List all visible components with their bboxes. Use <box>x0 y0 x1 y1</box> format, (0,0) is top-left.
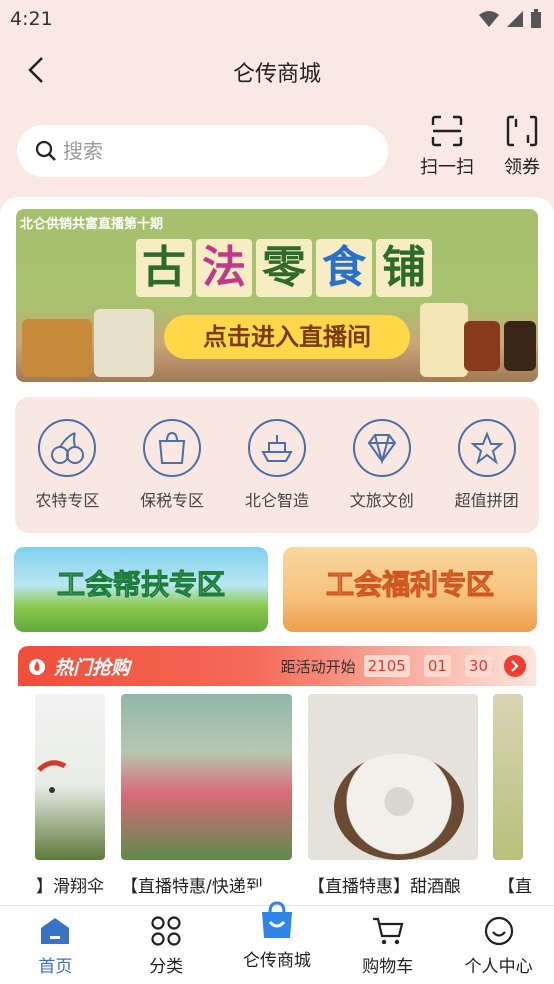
hot-sale-more-button[interactable] <box>504 655 526 677</box>
search-input[interactable] <box>63 139 343 163</box>
scan-button[interactable]: 扫一扫 <box>412 115 482 179</box>
category-icon-frame <box>352 419 411 477</box>
rice-wine-bowl <box>334 754 464 860</box>
hot-sale-title: 热门抢购 <box>54 656 131 679</box>
banner-title-char: 零 <box>256 239 312 297</box>
shopping-bag-icon <box>261 901 292 938</box>
category-icon-frame <box>38 419 97 477</box>
category-baoshui[interactable]: 保税专区 <box>124 419 220 533</box>
product-name: 【直播特惠】甜酒酿 <box>308 877 461 897</box>
snack-jar-image <box>420 303 468 377</box>
banner-title: 古 法 零 食 铺 <box>136 239 432 297</box>
category-label: 北仑智造 <box>244 491 309 510</box>
bottom-nav: 首页 分类 仑传商城 购物车 个人中心 <box>0 901 554 984</box>
banner-title-char: 法 <box>196 239 252 297</box>
banner-title-char: 古 <box>136 239 192 297</box>
product-image <box>493 694 523 860</box>
tab-label: 仑传商城 <box>242 951 311 971</box>
grid-icon <box>151 916 181 946</box>
wifi-icon <box>479 11 499 27</box>
category-icon-frame <box>143 419 202 477</box>
search-bar[interactable] <box>17 125 388 177</box>
countdown-label: 距活动开始 <box>280 657 356 676</box>
smile-icon <box>484 916 513 946</box>
coupon-button[interactable]: 领券 <box>487 115 554 179</box>
product-image <box>35 694 105 860</box>
countdown-seconds: 30 <box>464 655 492 677</box>
cart-icon <box>372 917 404 945</box>
snack-jar-image <box>94 309 154 377</box>
live-stream-banner[interactable]: 北仑供销共富直播第十期 古 法 零 食 铺 点击进入直播间 <box>16 209 538 382</box>
main-content: 北仑供销共富直播第十期 古 法 零 食 铺 点击进入直播间 农特专区 保税专区 <box>0 197 554 905</box>
category-panel: 农特专区 保税专区 北仑智造 文旅文创 超值拼团 <box>15 397 539 533</box>
search-icon <box>35 140 56 161</box>
promo-label: 工会帮扶专区 <box>56 568 225 602</box>
category-icon-frame <box>457 419 516 477</box>
coupon-icon <box>506 115 538 147</box>
product-image <box>121 694 292 860</box>
scan-icon <box>431 115 463 147</box>
tab-profile[interactable]: 个人中心 <box>443 906 554 984</box>
tab-label: 购物车 <box>362 957 414 977</box>
paraglider-icon <box>37 760 67 793</box>
status-bar: 4:21 <box>0 0 554 38</box>
tab-label: 首页 <box>38 957 73 977</box>
home-icon <box>41 918 70 944</box>
flame-icon <box>29 659 45 675</box>
product-carousel: 】滑翔伞 【直播特惠/快递到 【直播特惠】甜酒酿 【直 <box>0 694 554 905</box>
star-icon <box>469 431 504 465</box>
tab-home[interactable]: 首页 <box>0 906 111 984</box>
countdown-hours: 2105 <box>363 655 410 677</box>
countdown: 距活动开始 2105 01 30 <box>281 655 526 677</box>
tab-category[interactable]: 分类 <box>111 906 222 984</box>
tab-label: 分类 <box>149 957 184 977</box>
category-icon-frame <box>247 419 306 477</box>
battery-icon <box>531 9 541 28</box>
nav-bar: 仑传商城 <box>0 38 554 104</box>
promo-label: 工会福利专区 <box>325 568 494 602</box>
scan-label: 扫一扫 <box>420 157 474 178</box>
product-name: 【直 <box>498 877 532 897</box>
promo-union-support[interactable]: 工会帮扶专区 <box>14 547 268 632</box>
snack-jar-image <box>504 321 536 371</box>
banner-title-char: 铺 <box>376 239 432 297</box>
category-nongte[interactable]: 农特专区 <box>19 419 115 533</box>
signal-icon <box>507 11 523 27</box>
status-icons <box>478 9 542 29</box>
hot-sale-header: 热门抢购 距活动开始 2105 01 30 <box>18 646 536 686</box>
category-label: 超值拼团 <box>454 491 519 510</box>
category-label: 保税专区 <box>140 491 205 510</box>
banner-subtitle: 北仑供销共富直播第十期 <box>20 217 164 232</box>
promo-union-welfare[interactable]: 工会福利专区 <box>283 547 537 632</box>
tab-mall[interactable]: 仑传商城 <box>222 901 333 984</box>
cherry-icon <box>51 432 85 464</box>
product-image <box>308 694 478 860</box>
tab-label: 个人中心 <box>464 957 533 977</box>
product-name: 】滑翔伞 <box>36 877 104 897</box>
snack-jar-image <box>464 321 500 371</box>
diamond-icon <box>367 434 397 465</box>
category-label: 农特专区 <box>35 491 100 510</box>
ship-icon <box>261 435 293 462</box>
countdown-minutes: 01 <box>423 655 451 677</box>
status-time: 4:21 <box>10 8 53 30</box>
snack-jar-image <box>22 319 92 377</box>
category-label: 文旅文创 <box>349 491 414 510</box>
category-wenlv[interactable]: 文旅文创 <box>334 419 430 533</box>
banner-cta: 点击进入直播间 <box>164 315 410 359</box>
shopping-bag-icon <box>159 431 186 464</box>
product-name: 【直播特惠/快递到 <box>121 877 263 897</box>
category-pintuan[interactable]: 超值拼团 <box>439 419 535 533</box>
category-beilun[interactable]: 北仑智造 <box>229 419 325 533</box>
banner-title-char: 食 <box>316 239 372 297</box>
page-title: 仑传商城 <box>232 62 321 87</box>
tab-cart[interactable]: 购物车 <box>332 906 443 984</box>
coupon-label: 领券 <box>504 157 540 178</box>
chevron-right-icon <box>511 660 519 672</box>
